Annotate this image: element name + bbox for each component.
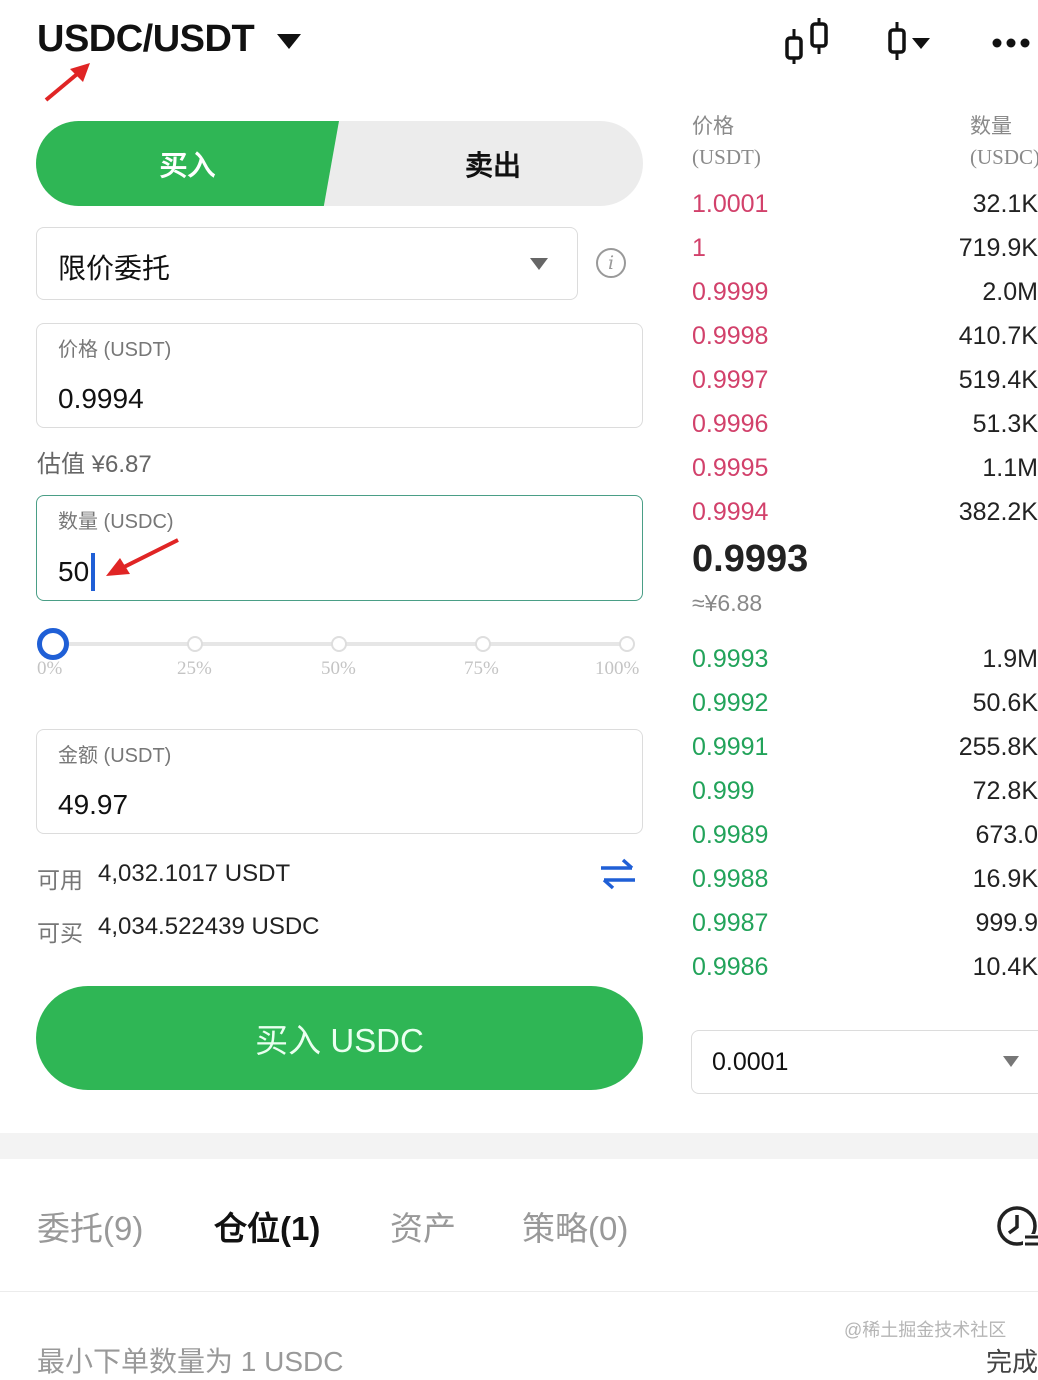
bid-price[interactable]: 0.9991 — [692, 733, 768, 762]
amount-value[interactable]: 49.97 — [58, 789, 128, 821]
ask-qty: 719.9K — [958, 234, 1038, 262]
section-divider — [0, 1133, 1038, 1159]
amount-label: 金额 (USDT) — [58, 745, 172, 767]
annotation-arrow-icon — [44, 63, 90, 102]
tab-orders[interactable]: 委托(9) — [37, 1202, 143, 1250]
slider-label: 50% — [321, 658, 356, 679]
ask-qty: 382.2K — [958, 498, 1038, 526]
candlestick-chart-icon[interactable] — [782, 16, 830, 66]
bid-qty: 1.9M — [982, 645, 1038, 673]
bid-qty: 72.8K — [972, 777, 1038, 805]
bid-price[interactable]: 0.9986 — [692, 953, 768, 982]
orderbook-price-unit: (USDT) — [692, 145, 761, 169]
history-clock-icon[interactable] — [995, 1204, 1038, 1250]
ask-price[interactable]: 0.9995 — [692, 454, 768, 483]
quantity-value[interactable]: 50 — [58, 556, 89, 588]
ask-qty: 1.1M — [982, 454, 1038, 482]
price-label: 价格 (USDT) — [58, 339, 172, 361]
bid-price[interactable]: 0.9989 — [692, 821, 768, 850]
ask-price[interactable]: 0.9999 — [692, 278, 768, 307]
chevron-down-icon[interactable] — [1003, 1056, 1019, 1067]
transfer-icon[interactable] — [598, 856, 638, 892]
bid-qty: 673.0 — [975, 821, 1038, 849]
pair-dropdown-icon[interactable] — [277, 34, 301, 49]
buyable-label: 可买 — [37, 920, 83, 946]
text-cursor — [91, 553, 95, 591]
bid-qty: 255.8K — [958, 733, 1038, 761]
price-value[interactable]: 0.9994 — [58, 383, 144, 415]
ask-price[interactable]: 0.9997 — [692, 366, 768, 395]
precision-value: 0.0001 — [712, 1048, 789, 1076]
tab-strategies[interactable]: 策略(0) — [522, 1202, 628, 1250]
slider-thumb[interactable] — [37, 628, 69, 660]
bid-qty: 50.6K — [972, 689, 1038, 717]
available-label: 可用 — [37, 867, 83, 893]
bid-price[interactable]: 0.9993 — [692, 645, 768, 674]
last-price[interactable]: 0.9993 — [692, 538, 808, 581]
bid-price[interactable]: 0.9988 — [692, 865, 768, 894]
bid-qty: 16.9K — [972, 865, 1038, 893]
slider-label: 25% — [177, 658, 212, 679]
divider — [0, 1291, 1038, 1292]
ask-qty: 519.4K — [958, 366, 1038, 394]
bid-qty: 999.9 — [975, 909, 1038, 937]
ask-qty: 2.0M — [982, 278, 1038, 306]
ask-price[interactable]: 1 — [692, 234, 706, 263]
slider-step-25[interactable] — [187, 636, 203, 652]
ask-qty: 32.1K — [972, 190, 1038, 218]
orderbook-qty-unit: (USDC) — [970, 145, 1038, 169]
available-balance: 4,032.1017 USDT — [98, 860, 291, 887]
bid-price[interactable]: 0.999 — [692, 777, 755, 806]
more-icon[interactable] — [990, 36, 1032, 50]
trading-pair-title[interactable]: USDC/USDT — [37, 18, 255, 61]
bid-price[interactable]: 0.9992 — [692, 689, 768, 718]
ask-price[interactable]: 0.9996 — [692, 410, 768, 439]
sell-tab[interactable]: 卖出 — [343, 121, 643, 206]
buy-usdc-button[interactable]: 买入 USDC — [36, 986, 643, 1090]
bid-qty: 10.4K — [972, 953, 1038, 981]
buyable-amount: 4,034.522439 USDC — [98, 913, 320, 940]
order-type-value: 限价委托 — [58, 253, 171, 284]
ask-price[interactable]: 0.9998 — [692, 322, 768, 351]
slider-label: 100% — [595, 658, 640, 679]
bid-price[interactable]: 0.9987 — [692, 909, 768, 938]
info-icon[interactable]: i — [596, 248, 626, 278]
ask-qty: 51.3K — [972, 410, 1038, 438]
orderbook-price-header: 价格 — [692, 115, 734, 138]
slider-step-75[interactable] — [475, 636, 491, 652]
estimate-value: 估值 ¥6.87 — [37, 451, 152, 478]
watermark: @稀土掘金技术社区 — [844, 1320, 1007, 1340]
ask-price[interactable]: 0.9994 — [692, 498, 768, 527]
ask-qty: 410.7K — [958, 322, 1038, 350]
buy-tab[interactable]: 买入 — [36, 121, 339, 206]
chevron-down-icon[interactable] — [530, 258, 548, 270]
ask-price[interactable]: 1.0001 — [692, 190, 768, 219]
quantity-label: 数量 (USDC) — [58, 511, 174, 533]
orderbook-qty-header: 数量 — [970, 115, 1012, 138]
slider-step-50[interactable] — [331, 636, 347, 652]
tab-assets[interactable]: 资产 — [390, 1202, 456, 1250]
candle-dropdown-icon[interactable] — [884, 20, 934, 62]
tab-positions[interactable]: 仓位(1) — [214, 1202, 320, 1250]
slider-step-100[interactable] — [619, 636, 635, 652]
slider-label: 0% — [37, 658, 63, 679]
last-price-cny: ≈¥6.88 — [692, 590, 763, 616]
slider-label: 75% — [464, 658, 499, 679]
done-button[interactable]: 完成 — [986, 1342, 1038, 1379]
min-order-notice: 最小下单数量为 1 USDC — [37, 1346, 344, 1377]
